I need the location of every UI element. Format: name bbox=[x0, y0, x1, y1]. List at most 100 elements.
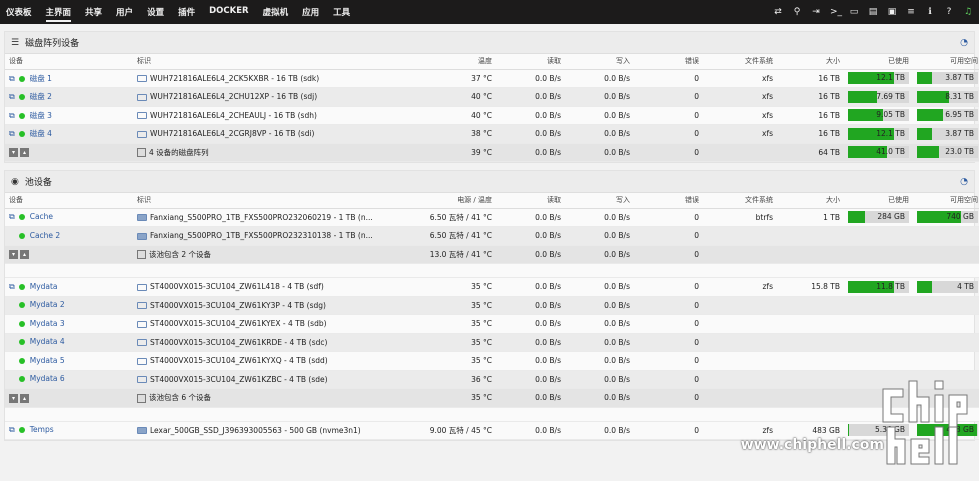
column-header: 大小 bbox=[777, 54, 844, 70]
log-icon[interactable]: ≡ bbox=[906, 7, 916, 17]
feedback-icon[interactable]: ▭ bbox=[849, 7, 859, 17]
device-link[interactable]: Mydata 5 bbox=[30, 356, 65, 365]
column-header: 可用空间 bbox=[913, 54, 979, 70]
dashboard-gauge-icon[interactable]: ◔ bbox=[960, 177, 968, 187]
summary-free-label: 23.0 TB bbox=[945, 147, 974, 157]
expand-all-button[interactable]: ▴ bbox=[20, 393, 29, 403]
device-fs-text: btrfs bbox=[755, 212, 773, 222]
device-errors: 0 bbox=[634, 314, 703, 334]
device-size-text: 16 TB bbox=[818, 73, 840, 83]
watermark-text: www.chiphell.com bbox=[740, 437, 884, 453]
device-used: 9.05 TB bbox=[844, 106, 913, 125]
bell-icon[interactable]: ♫ bbox=[963, 7, 973, 17]
device-link[interactable]: 磁盘 2 bbox=[30, 92, 52, 101]
nav-item-3[interactable]: 用户 bbox=[116, 2, 133, 22]
device-errors-text: 0 bbox=[694, 374, 699, 384]
device-fs: xfs bbox=[703, 87, 777, 107]
chiphell-logo bbox=[882, 380, 968, 465]
open-external-icon[interactable]: ⧉ bbox=[9, 111, 15, 120]
device-name[interactable]: ⧉ 磁盘 1 bbox=[5, 69, 133, 88]
nav-item-0[interactable]: 仪表板 bbox=[6, 2, 32, 22]
open-external-icon[interactable]: ⧉ bbox=[9, 425, 15, 434]
device-name[interactable]: ⧉ Cache bbox=[5, 208, 133, 227]
device-link[interactable]: 磁盘 3 bbox=[30, 111, 52, 120]
open-external-icon[interactable]: ⧉ bbox=[9, 129, 15, 138]
monitor-icon[interactable]: ▣ bbox=[887, 7, 897, 17]
device-link[interactable]: Mydata 3 bbox=[30, 319, 65, 328]
logout-icon[interactable]: ⇥ bbox=[811, 7, 821, 17]
notes-icon[interactable]: ▤ bbox=[868, 7, 878, 17]
device-name[interactable]: ⧉Mydata 2 bbox=[5, 296, 133, 315]
empty-cell bbox=[913, 263, 979, 278]
empty-cell bbox=[777, 333, 844, 352]
search-icon[interactable]: ⚲ bbox=[792, 7, 802, 17]
device-identification-text: ST4000VX015-3CU104_ZW61KYXQ - 4 TB (sdd) bbox=[150, 356, 328, 366]
device-read-text: 0.0 B/s bbox=[535, 337, 561, 347]
device-identification-text: ST4000VX015-3CU104_ZW61KY3P - 4 TB (sdg) bbox=[150, 300, 326, 310]
device-link[interactable]: Mydata bbox=[30, 282, 58, 291]
table-row: ⧉ 磁盘 1 WUH721816ALE6L4_2CK5KXBR - 16 TB (s… bbox=[5, 69, 979, 88]
device-name[interactable]: ⧉Mydata 6 bbox=[5, 370, 133, 389]
device-link[interactable]: 磁盘 1 bbox=[30, 74, 52, 83]
status-ok-icon bbox=[18, 232, 25, 239]
status-ok-icon bbox=[18, 131, 25, 138]
device-link[interactable]: Mydata 4 bbox=[30, 337, 65, 346]
open-external-icon[interactable]: ⧉ bbox=[9, 74, 15, 83]
device-read-text: 0.0 B/s bbox=[535, 374, 561, 384]
expand-all-button[interactable]: ▴ bbox=[20, 148, 29, 157]
column-header: 读取 bbox=[496, 54, 565, 70]
expand-all-button[interactable]: ▴ bbox=[20, 250, 29, 259]
nav-item-9[interactable]: 工具 bbox=[333, 2, 350, 22]
open-external-icon[interactable]: ⧉ bbox=[9, 92, 15, 101]
nav-item-5[interactable]: 插件 bbox=[178, 2, 195, 22]
device-fs: zfs bbox=[703, 277, 777, 297]
device-link[interactable]: Cache bbox=[30, 212, 53, 221]
switch-icon[interactable]: ⇄ bbox=[773, 7, 783, 17]
nav-item-7[interactable]: 虚拟机 bbox=[263, 2, 289, 22]
nav-item-8[interactable]: 应用 bbox=[302, 2, 319, 22]
open-external-icon[interactable]: ⧉ bbox=[9, 282, 15, 291]
summary-write-text: 0.0 B/s bbox=[604, 393, 630, 403]
open-external-icon[interactable]: ⧉ bbox=[9, 212, 15, 221]
device-identification: ST4000VX015-3CU104_ZW61KRDE - 4 TB (sdc) bbox=[133, 333, 388, 352]
dashboard-gauge-icon[interactable]: ◔ bbox=[960, 38, 968, 48]
nav-item-4[interactable]: 设置 bbox=[147, 2, 164, 22]
device-used-bar: 7.69 TB bbox=[848, 90, 909, 103]
device-link[interactable]: Mydata 2 bbox=[30, 300, 65, 309]
device-name[interactable]: ⧉ Temps bbox=[5, 421, 133, 440]
device-name[interactable]: ⧉ Mydata bbox=[5, 277, 133, 297]
summary-label: 4 设备的磁盘阵列 bbox=[133, 143, 388, 162]
nav-item-6[interactable]: DOCKER bbox=[209, 2, 248, 22]
empty-cell bbox=[844, 351, 913, 371]
device-link[interactable]: Mydata 6 bbox=[30, 374, 65, 383]
device-temp: 40 °C bbox=[388, 87, 496, 107]
device-read: 0.0 B/s bbox=[496, 69, 565, 88]
device-name[interactable]: ⧉Mydata 5 bbox=[5, 351, 133, 371]
device-link[interactable]: 磁盘 4 bbox=[30, 129, 52, 138]
nav-item-1[interactable]: 主界面 bbox=[45, 2, 71, 22]
collapse-all-button[interactable]: ▾ bbox=[9, 250, 18, 259]
device-errors: 0 bbox=[634, 333, 703, 352]
device-free-label: 740 GB bbox=[946, 212, 974, 222]
help-icon[interactable]: ? bbox=[944, 7, 954, 17]
device-name[interactable]: ⧉ 磁盘 2 bbox=[5, 87, 133, 107]
column-header: 电源 / 温度 bbox=[388, 193, 496, 209]
device-used: 11.8 TB bbox=[844, 277, 913, 297]
device-name[interactable]: ⧉ 磁盘 4 bbox=[5, 124, 133, 144]
device-name[interactable]: ⧉Mydata 4 bbox=[5, 333, 133, 352]
info-icon[interactable]: ℹ bbox=[925, 7, 935, 17]
device-temp: 35 °C bbox=[388, 277, 496, 297]
collapse-all-button[interactable]: ▾ bbox=[9, 148, 18, 157]
device-name[interactable]: ⧉ 磁盘 3 bbox=[5, 106, 133, 125]
collapse-all-button[interactable]: ▾ bbox=[9, 393, 18, 403]
terminal-icon[interactable]: >_ bbox=[830, 7, 842, 17]
device-temp-text: 9.00 瓦特 / 45 °C bbox=[429, 425, 492, 435]
empty-cell bbox=[777, 226, 844, 246]
device-name[interactable]: ⧉Cache 2 bbox=[5, 226, 133, 246]
device-errors: 0 bbox=[634, 87, 703, 107]
device-free-bar: 3.87 TB bbox=[917, 72, 978, 85]
device-link[interactable]: Temps bbox=[30, 425, 54, 434]
device-link[interactable]: Cache 2 bbox=[30, 231, 60, 240]
device-name[interactable]: ⧉Mydata 3 bbox=[5, 314, 133, 334]
nav-item-2[interactable]: 共享 bbox=[85, 2, 102, 22]
